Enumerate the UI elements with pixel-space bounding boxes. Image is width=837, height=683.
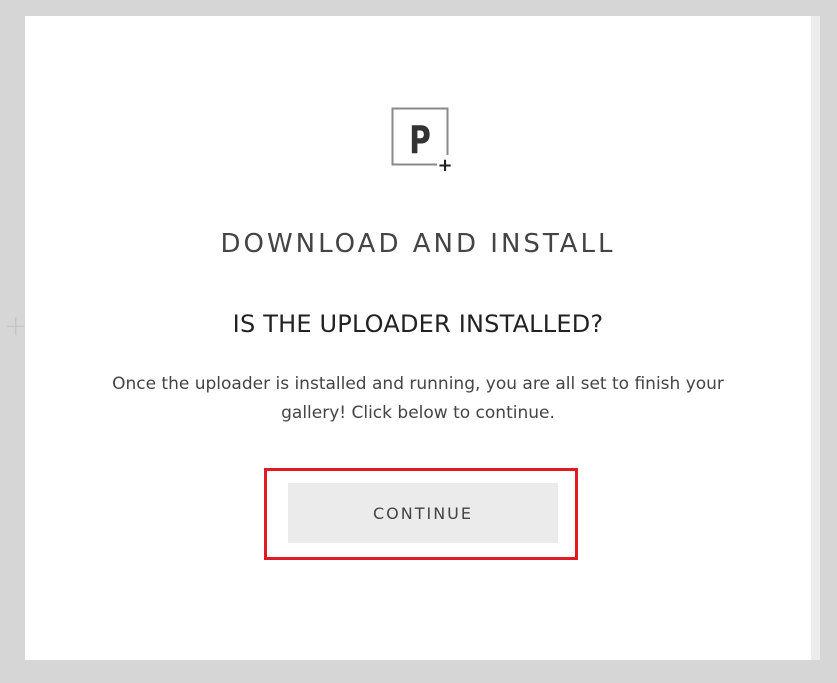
scrollbar-track[interactable] [811, 16, 820, 660]
uploader-logo-icon: P + [390, 106, 462, 178]
dialog-message: Once the uploader is installed and runni… [112, 374, 724, 423]
dialog-question: IS THE UPLOADER INSTALLED? [232, 310, 604, 338]
background-plus-icon: + [4, 309, 28, 342]
logo-plus-icon: + [437, 155, 452, 176]
logo-letter: P [409, 118, 431, 163]
install-dialog: P + DOWNLOAD AND INSTALL IS THE UPLOADER… [25, 16, 811, 660]
continue-button[interactable]: CONTINUE [288, 483, 558, 543]
dialog-title: DOWNLOAD AND INSTALL [220, 229, 616, 259]
